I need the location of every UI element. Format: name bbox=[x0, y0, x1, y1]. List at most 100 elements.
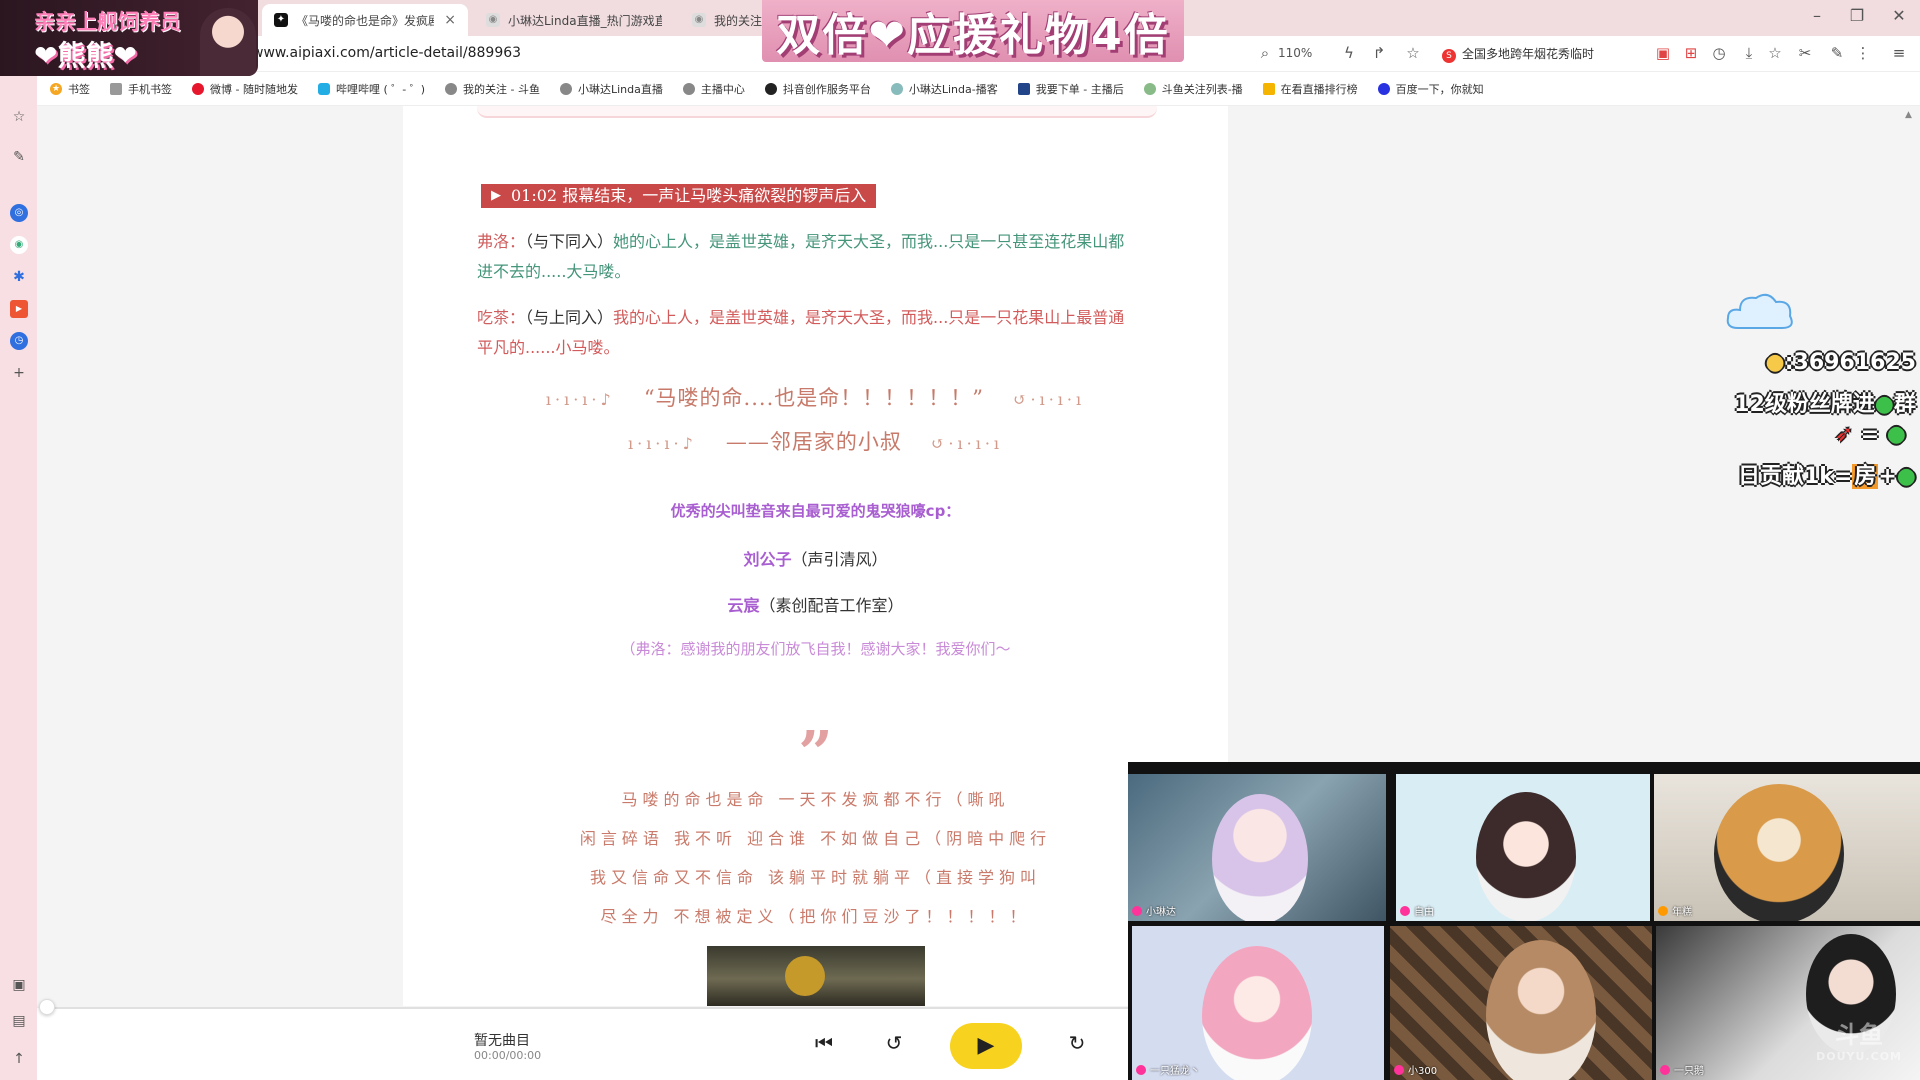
download-icon[interactable]: ⤓ bbox=[1738, 44, 1760, 62]
video-thumbnail[interactable] bbox=[707, 946, 925, 1006]
minimize-icon[interactable]: – bbox=[1802, 6, 1832, 25]
screenshot-icon[interactable]: ✂ bbox=[1794, 44, 1816, 62]
screen-record-icon[interactable]: ▣ bbox=[10, 976, 28, 994]
bookmark-item[interactable]: 在看直播排行榜 bbox=[1262, 81, 1358, 97]
bookmarks-bar: ★ 书签 手机书签 微博 - 随时随地发 哔哩哔哩 ( ゜- ゜) 我的关注 - … bbox=[30, 72, 1920, 106]
favorites-icon[interactable]: ☆ bbox=[10, 108, 28, 126]
bookmark-item[interactable]: 主播中心 bbox=[682, 81, 745, 97]
progress-bar[interactable] bbox=[39, 999, 1128, 1015]
article-top-card bbox=[477, 106, 1157, 118]
favorite-star-icon[interactable]: ☆ bbox=[1402, 44, 1424, 62]
share-icon[interactable]: ↱ bbox=[1368, 44, 1390, 62]
scroll-up-arrow-icon[interactable]: ▲ bbox=[1905, 110, 1912, 120]
collections-icon[interactable]: ☆ bbox=[1764, 44, 1786, 62]
restore-icon[interactable]: ❐ bbox=[1842, 6, 1872, 25]
pen-icon[interactable]: ✎ bbox=[1826, 44, 1848, 62]
rewind-15-button[interactable]: ↺ bbox=[879, 1031, 909, 1055]
news-ticker[interactable]: S 全国多地跨年烟花秀临时 bbox=[1442, 45, 1622, 63]
bookmark-item[interactable]: 手机书签 bbox=[110, 81, 172, 97]
bookmark-item[interactable]: 抖音创作服务平台 bbox=[764, 81, 871, 97]
music-dots-right: ↺·ı·ı·ı bbox=[931, 434, 1004, 453]
bookmark-item[interactable]: 斗鱼关注列表-播 bbox=[1143, 81, 1243, 97]
room-badge: 房 bbox=[1852, 464, 1879, 489]
more-menu-icon[interactable]: ⋮ bbox=[1852, 44, 1874, 62]
bookmark-item[interactable]: 我要下单 - 主播后 bbox=[1017, 81, 1124, 97]
calendar-icon[interactable]: ▤ bbox=[10, 1012, 28, 1030]
rocket-icon: ➶ bbox=[1834, 422, 1854, 447]
phone-icon bbox=[110, 82, 122, 95]
wechat-icon: ● bbox=[1886, 422, 1906, 447]
lyric-line-2: 闲言碎语 我不听 迎合谁 不如做自己（阴暗中爬行 bbox=[579, 829, 1052, 848]
stream-cell[interactable]: 自由 bbox=[1396, 774, 1650, 921]
quote-line-1: ı·ı·ı·♪ “马喽的命....也是命！！！！！！” ↺·ı·ı·ı bbox=[403, 382, 1228, 412]
weibo-icon bbox=[192, 82, 204, 95]
dialog-line: 进不去的.....大马喽。 bbox=[477, 262, 631, 281]
clock-app-icon[interactable]: ◷ bbox=[10, 332, 28, 350]
douyu-list-icon bbox=[1143, 82, 1156, 95]
progress-handle[interactable] bbox=[39, 999, 55, 1015]
bookmark-item[interactable]: 我的关注 - 斗鱼 bbox=[445, 81, 540, 97]
browser-app-icon[interactable]: ◉ bbox=[10, 236, 28, 254]
search-engine-icon: S bbox=[1442, 49, 1456, 63]
lyric-line-4: 尽全力 不想被定义（把你们豆沙了！！！！！ bbox=[600, 907, 1031, 926]
previous-track-button[interactable]: ⏮ bbox=[809, 1031, 839, 1055]
speaker-label: 吃茶： bbox=[477, 308, 526, 327]
play-icon: ▶ bbox=[491, 188, 501, 203]
close-tab-icon[interactable]: × bbox=[444, 12, 456, 28]
streamer-name: 小琳达 bbox=[1146, 907, 1176, 918]
credit-line-2: 云宸（素创配音工作室） bbox=[403, 592, 1228, 616]
thumbnail-figure bbox=[785, 956, 825, 996]
url-field[interactable]: www.aipiaxi.com/article-detail/889963 bbox=[252, 45, 521, 61]
user-badge-icon bbox=[1400, 905, 1410, 916]
stream-cell[interactable]: 一只猛龙丶 bbox=[1132, 926, 1384, 1080]
streamer-logo-overlay: 亲亲上舰饲养员 ❤熊熊❤ bbox=[0, 0, 258, 76]
track-time: 00:00/00:00 bbox=[474, 1049, 542, 1062]
stream-cell[interactable]: 一只鹅 斗鱼 DOUYU.COM bbox=[1656, 926, 1920, 1080]
bookmark-item[interactable]: 哔哩哔哩 ( ゜- ゜) bbox=[317, 81, 425, 97]
streamer-name: 一只鹅 bbox=[1674, 1066, 1704, 1077]
wechat-icon: ● bbox=[1874, 392, 1894, 417]
stream-cell[interactable]: 小300 bbox=[1390, 926, 1652, 1080]
tab-linda-live[interactable]: ◉ 小琳达Linda直播_热门游戏直播 bbox=[474, 4, 674, 36]
news-ticker-text: 全国多地跨年烟花秀临时 bbox=[1462, 47, 1595, 61]
streamer-name: 自由 bbox=[1414, 907, 1434, 918]
pdf-icon[interactable]: ▣ bbox=[1652, 44, 1674, 62]
fan-group-overlay: ●:36961625 12级粉丝牌进●群 ➶ = ● 日贡献1k=房+● bbox=[1712, 288, 1920, 498]
bookmark-item[interactable]: 小琳达Linda直播 bbox=[559, 81, 663, 97]
speaker-label: 弗洛： bbox=[477, 232, 526, 251]
dialog-line: 我的心上人，是盖世英雄，是齐天大圣，而我...只是一只花果山上最普通 bbox=[613, 308, 1125, 327]
bookmark-item[interactable]: 微博 - 随时随地发 bbox=[192, 81, 298, 97]
hamburger-menu-icon[interactable]: ≡ bbox=[1888, 44, 1910, 62]
quote-line-2: ı·ı·ı·♪ ——邻居家的小叔 ↺·ı·ı·ı bbox=[403, 426, 1228, 456]
user-badge-icon bbox=[1658, 905, 1668, 916]
translate-icon[interactable]: ⊞ bbox=[1680, 44, 1702, 62]
history-icon[interactable]: ◷ bbox=[1708, 44, 1730, 62]
video-app-icon[interactable]: ▶ bbox=[10, 300, 28, 318]
bookmark-item[interactable]: 小琳达Linda-播客 bbox=[890, 81, 998, 97]
search-app-icon[interactable]: ◎ bbox=[10, 204, 28, 222]
credit-heading: 优秀的尖叫垫音来自最可爱的鬼哭狼嚎cp： bbox=[670, 502, 961, 520]
promo-banner: 双倍❤应援礼物4倍 bbox=[762, 0, 1184, 62]
lyric-line-3: 我又信命又不信命 该躺平时就躺平（直接学狗叫 bbox=[589, 868, 1042, 887]
stream-cell[interactable]: 小琳达 bbox=[1128, 774, 1386, 921]
stream-cell[interactable]: 年糕 bbox=[1654, 774, 1920, 921]
bookmark-item[interactable]: 百度一下，你就知 bbox=[1377, 81, 1484, 97]
zoom-icon[interactable]: ⌕ bbox=[1254, 44, 1276, 62]
pin-icon[interactable]: ↑ bbox=[10, 1050, 28, 1068]
baidu-paw-icon[interactable]: ✱ bbox=[10, 268, 28, 286]
bookmark-item[interactable]: ★ 书签 bbox=[50, 81, 90, 97]
tab-article[interactable]: ✦ 《马喽的命也是命》发疯剧情 × bbox=[262, 4, 468, 36]
quote-attribution: ——邻居家的小叔 bbox=[725, 430, 902, 454]
play-button[interactable]: ▶ bbox=[950, 1023, 1022, 1069]
timestamp-banner[interactable]: ▶ 01:02 报幕结束，一声让马喽头痛欲裂的锣声后入 bbox=[481, 184, 877, 208]
stream-video-grid: 小琳达 自由 年糕 一只猛龙丶 小300 一只鹅 斗鱼 DOUYU.COM bbox=[1128, 762, 1920, 1080]
lightning-icon[interactable]: ϟ bbox=[1338, 44, 1360, 62]
audio-player: 暂无曲目 00:00/00:00 ⏮ ↺ ▶ ↻ bbox=[37, 999, 1128, 1080]
tab-my-follows[interactable]: ◉ 我的关注 bbox=[680, 4, 762, 36]
dialog-block-2: 吃茶：（与上同入）我的心上人，是盖世英雄，是齐天大圣，而我...只是一只花果山上… bbox=[477, 303, 1167, 363]
zoom-level[interactable]: 110% bbox=[1278, 46, 1312, 60]
notes-icon[interactable]: ✎ bbox=[10, 148, 28, 166]
forward-15-button[interactable]: ↻ bbox=[1062, 1031, 1092, 1055]
window-close-icon[interactable]: ✕ bbox=[1884, 6, 1914, 25]
add-app-icon[interactable]: + bbox=[10, 364, 28, 382]
